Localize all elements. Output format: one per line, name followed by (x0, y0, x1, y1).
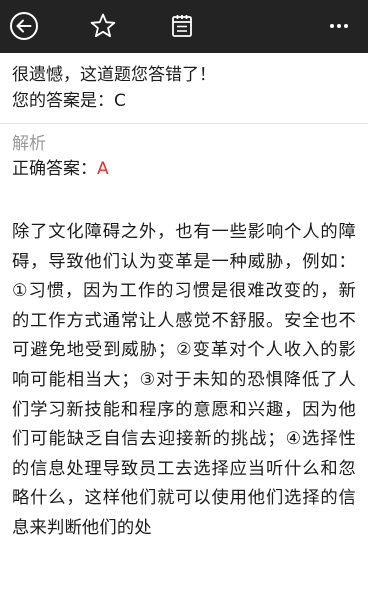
favorite-button[interactable] (86, 9, 120, 43)
result-message: 很遗憾，这道题您答错了！ (12, 65, 216, 85)
notes-button[interactable] (165, 9, 199, 43)
correct-answer-label: 正确答案： (12, 159, 97, 179)
question-result-content: 很遗憾，这道题您答错了！ 您的答案是：C 解析 正确答案：A 除了文化障碍之外，… (0, 53, 368, 599)
correct-answer-value: A (97, 159, 109, 179)
back-button[interactable] (7, 9, 41, 43)
back-circle-icon (10, 12, 38, 40)
explanation-text: 除了文化障碍之外，也有一些影响个人的障碍，导致他们认为变革是一种威胁，例如：①习… (12, 222, 356, 538)
correct-answer-line: 正确答案：A (12, 156, 356, 182)
analysis-section: 解析 正确答案：A 除了文化障碍之外，也有一些影响个人的障碍，导致他们认为变革是… (0, 124, 368, 544)
your-answer-value: C (114, 91, 126, 111)
more-dots-icon (330, 24, 348, 28)
star-outline-icon (90, 13, 116, 38)
notes-icon (172, 15, 192, 37)
your-answer-line: 您的答案是：C (12, 88, 356, 114)
analysis-title: 解析 (12, 134, 46, 154)
result-box: 很遗憾，这道题您答错了！ 您的答案是：C (0, 53, 368, 124)
top-toolbar (0, 0, 368, 53)
your-answer-label: 您的答案是： (12, 91, 114, 111)
more-button[interactable] (322, 9, 356, 43)
